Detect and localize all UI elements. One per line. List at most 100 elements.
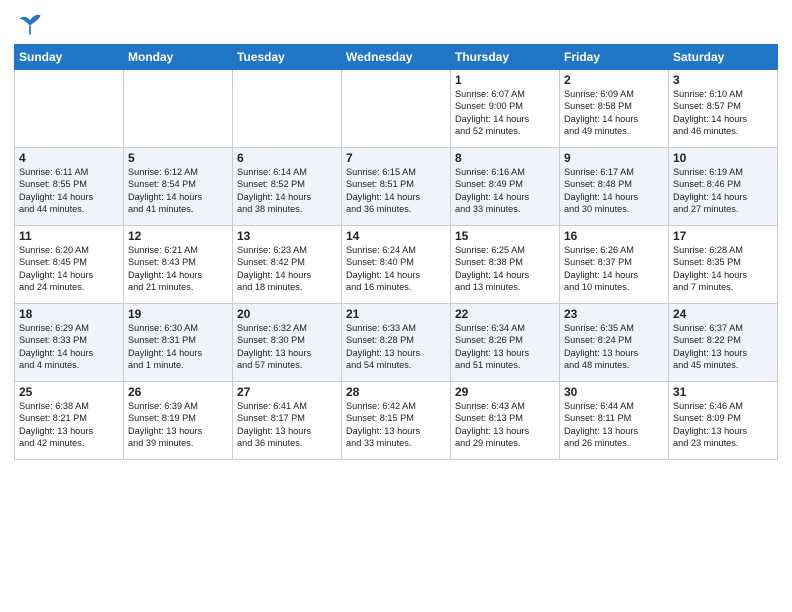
day-number: 30 xyxy=(564,385,664,399)
calendar-week-row: 18Sunrise: 6:29 AM Sunset: 8:33 PM Dayli… xyxy=(15,304,778,382)
calendar-cell: 20Sunrise: 6:32 AM Sunset: 8:30 PM Dayli… xyxy=(233,304,342,382)
logo-bird-icon xyxy=(16,10,44,38)
day-number: 23 xyxy=(564,307,664,321)
calendar-cell: 10Sunrise: 6:19 AM Sunset: 8:46 PM Dayli… xyxy=(669,148,778,226)
day-info: Sunrise: 6:35 AM Sunset: 8:24 PM Dayligh… xyxy=(564,322,664,372)
day-info: Sunrise: 6:20 AM Sunset: 8:45 PM Dayligh… xyxy=(19,244,119,294)
day-number: 29 xyxy=(455,385,555,399)
day-info: Sunrise: 6:19 AM Sunset: 8:46 PM Dayligh… xyxy=(673,166,773,216)
calendar-cell: 28Sunrise: 6:42 AM Sunset: 8:15 PM Dayli… xyxy=(342,382,451,460)
day-number: 22 xyxy=(455,307,555,321)
day-info: Sunrise: 6:11 AM Sunset: 8:55 PM Dayligh… xyxy=(19,166,119,216)
calendar-cell: 11Sunrise: 6:20 AM Sunset: 8:45 PM Dayli… xyxy=(15,226,124,304)
calendar-cell: 13Sunrise: 6:23 AM Sunset: 8:42 PM Dayli… xyxy=(233,226,342,304)
calendar-week-row: 25Sunrise: 6:38 AM Sunset: 8:21 PM Dayli… xyxy=(15,382,778,460)
day-info: Sunrise: 6:30 AM Sunset: 8:31 PM Dayligh… xyxy=(128,322,228,372)
day-info: Sunrise: 6:46 AM Sunset: 8:09 PM Dayligh… xyxy=(673,400,773,450)
calendar-cell: 4Sunrise: 6:11 AM Sunset: 8:55 PM Daylig… xyxy=(15,148,124,226)
calendar-cell: 26Sunrise: 6:39 AM Sunset: 8:19 PM Dayli… xyxy=(124,382,233,460)
weekday-header-row: SundayMondayTuesdayWednesdayThursdayFrid… xyxy=(15,45,778,70)
day-number: 24 xyxy=(673,307,773,321)
calendar-cell: 14Sunrise: 6:24 AM Sunset: 8:40 PM Dayli… xyxy=(342,226,451,304)
day-number: 18 xyxy=(19,307,119,321)
day-number: 3 xyxy=(673,73,773,87)
calendar-cell: 17Sunrise: 6:28 AM Sunset: 8:35 PM Dayli… xyxy=(669,226,778,304)
day-info: Sunrise: 6:29 AM Sunset: 8:33 PM Dayligh… xyxy=(19,322,119,372)
calendar-cell: 3Sunrise: 6:10 AM Sunset: 8:57 PM Daylig… xyxy=(669,70,778,148)
calendar-cell: 25Sunrise: 6:38 AM Sunset: 8:21 PM Dayli… xyxy=(15,382,124,460)
day-info: Sunrise: 6:28 AM Sunset: 8:35 PM Dayligh… xyxy=(673,244,773,294)
calendar-cell: 24Sunrise: 6:37 AM Sunset: 8:22 PM Dayli… xyxy=(669,304,778,382)
day-number: 7 xyxy=(346,151,446,165)
day-number: 5 xyxy=(128,151,228,165)
weekday-header-saturday: Saturday xyxy=(669,45,778,70)
day-info: Sunrise: 6:38 AM Sunset: 8:21 PM Dayligh… xyxy=(19,400,119,450)
calendar-cell: 30Sunrise: 6:44 AM Sunset: 8:11 PM Dayli… xyxy=(560,382,669,460)
day-number: 17 xyxy=(673,229,773,243)
day-info: Sunrise: 6:24 AM Sunset: 8:40 PM Dayligh… xyxy=(346,244,446,294)
day-number: 4 xyxy=(19,151,119,165)
day-info: Sunrise: 6:23 AM Sunset: 8:42 PM Dayligh… xyxy=(237,244,337,294)
weekday-header-friday: Friday xyxy=(560,45,669,70)
weekday-header-sunday: Sunday xyxy=(15,45,124,70)
day-number: 13 xyxy=(237,229,337,243)
day-number: 31 xyxy=(673,385,773,399)
day-info: Sunrise: 6:41 AM Sunset: 8:17 PM Dayligh… xyxy=(237,400,337,450)
day-info: Sunrise: 6:42 AM Sunset: 8:15 PM Dayligh… xyxy=(346,400,446,450)
weekday-header-tuesday: Tuesday xyxy=(233,45,342,70)
day-info: Sunrise: 6:25 AM Sunset: 8:38 PM Dayligh… xyxy=(455,244,555,294)
day-info: Sunrise: 6:15 AM Sunset: 8:51 PM Dayligh… xyxy=(346,166,446,216)
calendar-table: SundayMondayTuesdayWednesdayThursdayFrid… xyxy=(14,44,778,460)
calendar-cell xyxy=(342,70,451,148)
calendar-cell xyxy=(233,70,342,148)
day-info: Sunrise: 6:33 AM Sunset: 8:28 PM Dayligh… xyxy=(346,322,446,372)
calendar-cell: 6Sunrise: 6:14 AM Sunset: 8:52 PM Daylig… xyxy=(233,148,342,226)
day-number: 26 xyxy=(128,385,228,399)
day-info: Sunrise: 6:09 AM Sunset: 8:58 PM Dayligh… xyxy=(564,88,664,138)
calendar-week-row: 11Sunrise: 6:20 AM Sunset: 8:45 PM Dayli… xyxy=(15,226,778,304)
calendar-cell: 23Sunrise: 6:35 AM Sunset: 8:24 PM Dayli… xyxy=(560,304,669,382)
day-number: 27 xyxy=(237,385,337,399)
calendar-cell xyxy=(15,70,124,148)
day-info: Sunrise: 6:34 AM Sunset: 8:26 PM Dayligh… xyxy=(455,322,555,372)
calendar-cell: 5Sunrise: 6:12 AM Sunset: 8:54 PM Daylig… xyxy=(124,148,233,226)
calendar-cell: 16Sunrise: 6:26 AM Sunset: 8:37 PM Dayli… xyxy=(560,226,669,304)
calendar-cell: 12Sunrise: 6:21 AM Sunset: 8:43 PM Dayli… xyxy=(124,226,233,304)
day-number: 1 xyxy=(455,73,555,87)
logo xyxy=(14,14,44,38)
weekday-header-monday: Monday xyxy=(124,45,233,70)
calendar-cell: 7Sunrise: 6:15 AM Sunset: 8:51 PM Daylig… xyxy=(342,148,451,226)
day-info: Sunrise: 6:26 AM Sunset: 8:37 PM Dayligh… xyxy=(564,244,664,294)
day-number: 9 xyxy=(564,151,664,165)
day-info: Sunrise: 6:32 AM Sunset: 8:30 PM Dayligh… xyxy=(237,322,337,372)
day-info: Sunrise: 6:14 AM Sunset: 8:52 PM Dayligh… xyxy=(237,166,337,216)
day-number: 8 xyxy=(455,151,555,165)
day-number: 21 xyxy=(346,307,446,321)
day-number: 20 xyxy=(237,307,337,321)
day-number: 6 xyxy=(237,151,337,165)
day-info: Sunrise: 6:37 AM Sunset: 8:22 PM Dayligh… xyxy=(673,322,773,372)
weekday-header-wednesday: Wednesday xyxy=(342,45,451,70)
calendar-week-row: 1Sunrise: 6:07 AM Sunset: 9:00 PM Daylig… xyxy=(15,70,778,148)
calendar-cell: 29Sunrise: 6:43 AM Sunset: 8:13 PM Dayli… xyxy=(451,382,560,460)
day-info: Sunrise: 6:07 AM Sunset: 9:00 PM Dayligh… xyxy=(455,88,555,138)
day-number: 11 xyxy=(19,229,119,243)
calendar-cell: 19Sunrise: 6:30 AM Sunset: 8:31 PM Dayli… xyxy=(124,304,233,382)
day-number: 16 xyxy=(564,229,664,243)
day-info: Sunrise: 6:17 AM Sunset: 8:48 PM Dayligh… xyxy=(564,166,664,216)
calendar-cell: 22Sunrise: 6:34 AM Sunset: 8:26 PM Dayli… xyxy=(451,304,560,382)
calendar-cell: 1Sunrise: 6:07 AM Sunset: 9:00 PM Daylig… xyxy=(451,70,560,148)
day-info: Sunrise: 6:21 AM Sunset: 8:43 PM Dayligh… xyxy=(128,244,228,294)
day-info: Sunrise: 6:12 AM Sunset: 8:54 PM Dayligh… xyxy=(128,166,228,216)
calendar-cell: 27Sunrise: 6:41 AM Sunset: 8:17 PM Dayli… xyxy=(233,382,342,460)
calendar-page: SundayMondayTuesdayWednesdayThursdayFrid… xyxy=(0,0,792,612)
day-info: Sunrise: 6:39 AM Sunset: 8:19 PM Dayligh… xyxy=(128,400,228,450)
day-number: 10 xyxy=(673,151,773,165)
day-info: Sunrise: 6:44 AM Sunset: 8:11 PM Dayligh… xyxy=(564,400,664,450)
day-info: Sunrise: 6:43 AM Sunset: 8:13 PM Dayligh… xyxy=(455,400,555,450)
calendar-cell: 9Sunrise: 6:17 AM Sunset: 8:48 PM Daylig… xyxy=(560,148,669,226)
calendar-cell: 21Sunrise: 6:33 AM Sunset: 8:28 PM Dayli… xyxy=(342,304,451,382)
calendar-cell: 2Sunrise: 6:09 AM Sunset: 8:58 PM Daylig… xyxy=(560,70,669,148)
calendar-cell: 15Sunrise: 6:25 AM Sunset: 8:38 PM Dayli… xyxy=(451,226,560,304)
calendar-cell: 8Sunrise: 6:16 AM Sunset: 8:49 PM Daylig… xyxy=(451,148,560,226)
